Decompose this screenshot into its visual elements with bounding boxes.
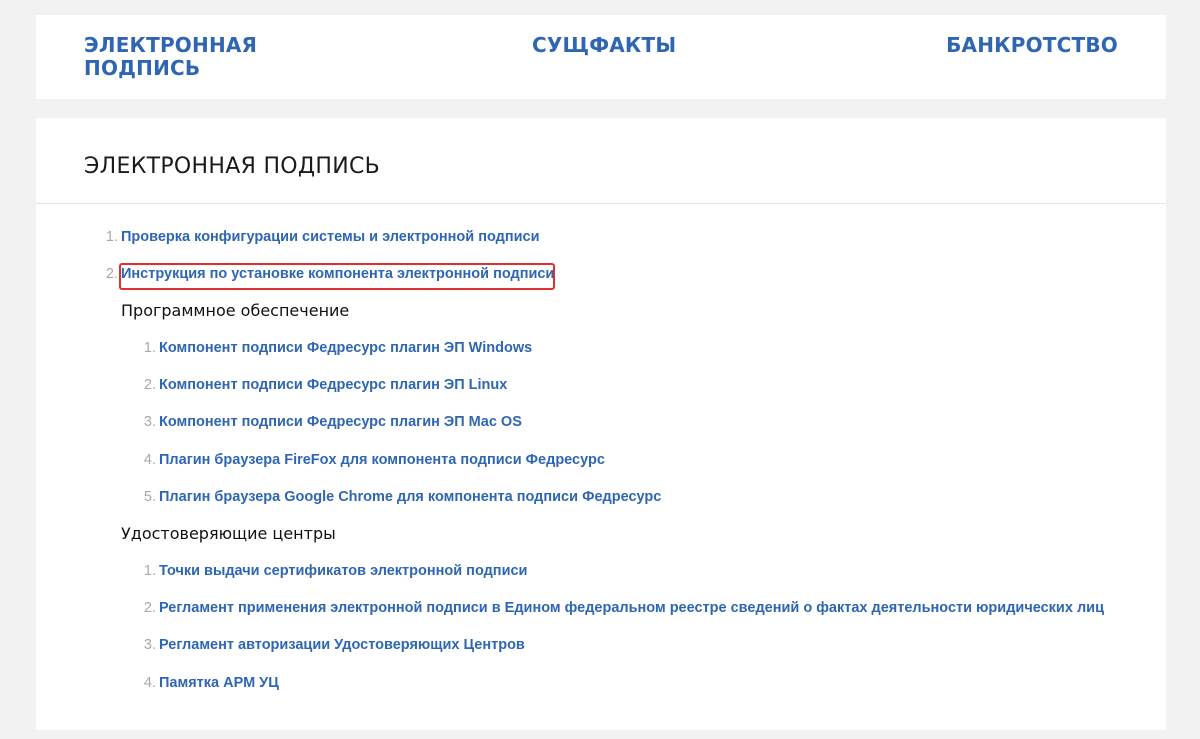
title-divider <box>36 203 1166 204</box>
list-item-number: 3. <box>143 637 156 653</box>
nav-item-electronic-signature[interactable]: ЭЛЕКТРОННАЯ ПОДПИСЬ <box>84 34 274 80</box>
list-item-number: 2. <box>143 377 156 393</box>
list-item: 2. Инструкция по установке компонента эле… <box>102 263 554 285</box>
list-item-number: 2. <box>143 600 156 616</box>
nav-item-factual-information[interactable]: СУЩФАКТЫ <box>532 34 676 57</box>
list-item: 1. Точки выдачи сертификатов электронной … <box>140 560 528 582</box>
list-item-number: 1. <box>105 229 118 245</box>
link-plugin-chrome[interactable]: Плагин браузера Google Chrome для компон… <box>159 489 661 505</box>
link-certificate-points[interactable]: Точки выдачи сертификатов электронной по… <box>159 563 527 579</box>
link-system-check[interactable]: Проверка конфигурации системы и электрон… <box>121 229 540 245</box>
list-item: 4. Плагин браузера FireFox для компонента… <box>140 449 605 471</box>
list-item: 2. Регламент применения электронной подпи… <box>140 597 1104 619</box>
list-item: 3. Компонент подписи Федресурс плагин ЭП … <box>140 411 522 433</box>
link-plugin-windows[interactable]: Компонент подписи Федресурс плагин ЭП Wi… <box>159 340 532 356</box>
list-item-number: 4. <box>143 675 156 691</box>
list-item-number: 2. <box>105 266 118 282</box>
list-item: 3. Регламент авторизации Удостоверяющих Ц… <box>140 634 525 656</box>
list-item-number: 1. <box>143 563 156 579</box>
page-title: ЭЛЕКТРОННАЯ ПОДПИСЬ <box>84 154 381 179</box>
list-item-number: 5. <box>143 489 156 505</box>
list-item: 4. Памятка АРМ УЦ <box>140 672 279 694</box>
list-item-number: 4. <box>143 452 156 468</box>
link-install-instructions[interactable]: Инструкция по установке компонента элект… <box>121 266 554 282</box>
list-item-number: 3. <box>143 414 156 430</box>
link-plugin-macos[interactable]: Компонент подписи Федресурс плагин ЭП Ma… <box>159 414 522 430</box>
list-item-number: 1. <box>143 340 156 356</box>
list-item: 1. Компонент подписи Федресурс плагин ЭП … <box>140 337 532 359</box>
list-item: 1. Проверка конфигурации системы и электр… <box>102 226 540 248</box>
link-authorization-regulation[interactable]: Регламент авторизации Удостоверяющих Цен… <box>159 637 525 653</box>
link-plugin-linux[interactable]: Компонент подписи Федресурс плагин ЭП Li… <box>159 377 507 393</box>
link-plugin-firefox[interactable]: Плагин браузера FireFox для компонента п… <box>159 452 605 468</box>
list-item: 5. Плагин браузера Google Chrome для комп… <box>140 486 661 508</box>
list-item: 2. Компонент подписи Федресурс плагин ЭП … <box>140 374 507 396</box>
nav-item-bankruptcy[interactable]: БАНКРОТСТВО <box>946 34 1118 57</box>
link-signature-regulation[interactable]: Регламент применения электронной подписи… <box>159 600 1104 616</box>
section-heading-certification-centers: Удостоверяющие центры <box>121 524 336 543</box>
link-arm-memo[interactable]: Памятка АРМ УЦ <box>159 675 279 691</box>
section-heading-software: Программное обеспечение <box>121 301 350 320</box>
content-card: ЭЛЕКТРОННАЯ ПОДПИСЬ 1. Проверка конфигура… <box>36 118 1166 730</box>
top-navigation: ЭЛЕКТРОННАЯ ПОДПИСЬ СУЩФАКТЫ БАНКРОТСТВО <box>36 15 1166 99</box>
